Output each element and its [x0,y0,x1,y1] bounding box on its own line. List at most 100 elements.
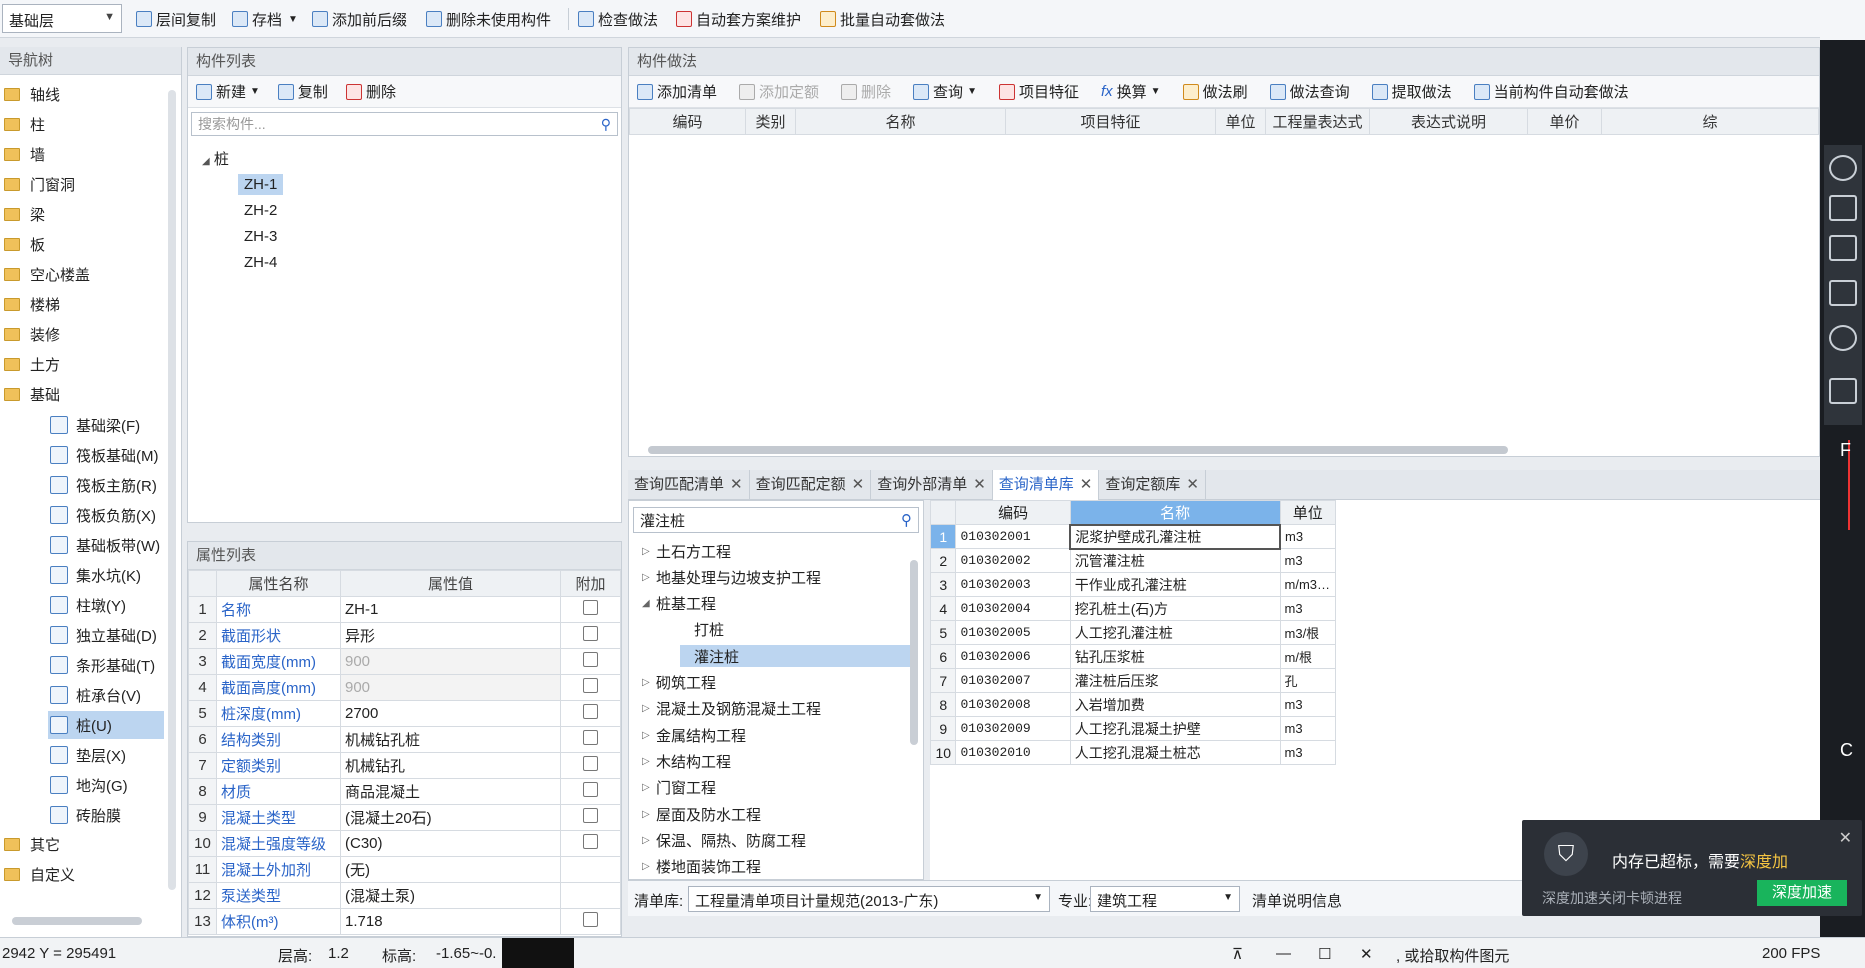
nav-item[interactable]: 轴线 [0,80,60,108]
copy-button[interactable]: 复制 [277,81,328,102]
table-row[interactable]: 9 010302009 人工挖孔混凝土护壁 m3 [929,716,1337,741]
rotate-icon[interactable] [1829,325,1857,351]
method-query-button[interactable]: 做法查询 [1269,81,1350,102]
property-row[interactable]: 7 定额类别 机械钻孔 [188,752,621,779]
nav-item[interactable]: 板 [0,230,45,258]
nav-item[interactable]: 楼梯 [0,290,60,318]
component-item[interactable]: ZH-1 [238,174,284,195]
component-item[interactable]: ZH-4 [238,252,283,273]
layer-icon[interactable] [1829,378,1857,404]
extra-checkbox[interactable] [583,834,598,849]
tab-external-bill[interactable]: 查询外部清单 ✕ [871,470,993,500]
bill-tree-node[interactable]: ▷ 地基处理与边坡支护工程 [642,566,821,588]
convert-button[interactable]: fx 换算 ▼ [1101,81,1161,102]
nav-sub-item[interactable]: 独立基础(D) [48,621,164,649]
bill-name[interactable]: 钻孔压浆桩 [1069,644,1281,669]
nav-item[interactable]: 基础 [0,380,60,408]
new-button[interactable]: 新建 ▼ [196,81,260,102]
close-icon[interactable]: ✕ [730,476,743,493]
extra-checkbox[interactable] [583,730,598,745]
nav-sub-item[interactable]: 桩(U) [48,711,164,739]
tab-bill-library[interactable]: 查询清单库 ✕ [992,470,1100,500]
table-row[interactable]: 8 010302008 入岩增加费 m3 [929,692,1337,717]
table-row[interactable]: 6 010302006 钻孔压浆桩 m/根 [929,644,1337,669]
bill-name[interactable]: 挖孔桩土(石)方 [1069,596,1281,621]
bill-name[interactable]: 沉管灌注桩 [1069,548,1281,573]
property-value[interactable]: ZH-1 [340,596,561,623]
table-row[interactable]: 1 010302001 泥浆护壁成孔灌注桩 m3 [929,523,1337,550]
bill-tree-node[interactable]: ◢ 桩基工程 [642,593,716,615]
table-row[interactable]: 10 010302010 人工挖孔混凝土桩芯 m3 [929,740,1337,765]
nav-item[interactable]: 墙 [0,140,45,168]
nav-item[interactable]: 土方 [0,350,60,378]
property-value[interactable]: 1.718 [340,908,561,935]
bill-tree-node[interactable]: 打桩 [680,619,724,641]
method-delete-button[interactable]: 删除 [841,81,891,102]
property-row[interactable]: 12 泵送类型 (混凝土泵) [188,882,621,909]
bill-name[interactable]: 人工挖孔灌注桩 [1069,620,1281,645]
delete-button[interactable]: 删除 [345,81,396,102]
method-hscrollbar[interactable] [648,446,1508,454]
nav-item[interactable]: 门窗洞 [0,170,75,198]
close-icon[interactable]: ✕ [973,476,986,493]
restore-icon[interactable]: ⊼ [1232,945,1243,963]
item-feature-button[interactable]: 项目特征 [998,81,1079,102]
auto-scheme-button[interactable]: 自动套方案维护 [676,7,801,31]
add-prefix-suffix-button[interactable]: 添加前后缀 [312,7,407,31]
tab-match-quota[interactable]: 查询匹配定额 ✕ [750,470,872,500]
extra-checkbox[interactable] [583,756,598,771]
nav-item[interactable]: 其它 [0,830,60,858]
property-row[interactable]: 6 结构类别 机械钻孔桩 [188,726,621,753]
maximize-icon[interactable]: ☐ [1318,945,1331,963]
bill-name[interactable]: 干作业成孔灌注桩 [1069,572,1281,597]
nav-sub-item[interactable]: 柱墩(Y) [48,591,164,619]
property-value[interactable]: (无) [340,856,561,883]
nav-sub-item[interactable]: 桩承台(V) [48,681,164,709]
bill-tree-node[interactable]: ▷ 保温、隔热、防腐工程 [642,829,806,851]
bill-tree-node[interactable]: ▷ 门窗工程 [642,777,716,799]
extra-checkbox[interactable] [583,678,598,693]
archive-button[interactable]: 存档 ▼ [232,7,298,31]
component-search-input[interactable]: 搜索构件... ⚲ [191,112,618,136]
nav-scrollbar[interactable] [168,90,176,890]
nav-sub-item[interactable]: 砖胎膜 [48,801,164,829]
extra-checkbox[interactable] [583,652,598,667]
property-row[interactable]: 10 混凝土强度等级 (C30) [188,830,621,857]
property-value[interactable]: (C30) [340,830,561,857]
nav-item[interactable]: 装修 [0,320,60,348]
check-method-button[interactable]: 检查做法 [578,7,658,31]
bill-tree-node[interactable]: 灌注桩 [680,645,910,668]
bill-tree-node[interactable]: ▷ 屋面及防水工程 [642,803,761,825]
bill-tree-node[interactable]: ▷ 楼地面装饰工程 [642,856,761,878]
nav-sub-item[interactable]: 筏板主筋(R) [48,471,164,499]
nav-item[interactable]: 梁 [0,200,45,228]
bill-info-link[interactable]: 清单说明信息 [1252,890,1342,911]
extra-checkbox[interactable] [583,782,598,797]
nav-sub-item[interactable]: 基础梁(F) [48,411,164,439]
nav-sub-item[interactable]: 地沟(G) [48,771,164,799]
property-value[interactable]: 2700 [340,700,561,727]
bill-name[interactable]: 灌注桩后压浆 [1069,668,1281,693]
extra-checkbox[interactable] [583,912,598,927]
bill-tree-node[interactable]: ▷ 砌筑工程 [642,672,716,694]
extra-checkbox[interactable] [583,600,598,615]
property-value[interactable]: 异形 [340,622,561,649]
close-icon[interactable]: ✕ [1839,828,1852,848]
property-row[interactable]: 11 混凝土外加剂 (无) [188,856,621,883]
property-value[interactable]: 900 [340,648,561,675]
extra-checkbox[interactable] [583,704,598,719]
nav-sub-item[interactable]: 筏板负筋(X) [48,501,164,529]
property-value[interactable]: (混凝土泵) [340,882,561,909]
major-select[interactable]: 建筑工程 ▼ [1090,886,1240,912]
property-row[interactable]: 9 混凝土类型 (混凝土20石) [188,804,621,831]
table-row[interactable]: 5 010302005 人工挖孔灌注桩 m3/根 [929,620,1337,645]
tab-quota-library[interactable]: 查询定额库 ✕ [1099,470,1206,500]
deep-accelerate-button[interactable]: 深度加速 [1757,880,1847,906]
property-row[interactable]: 4 截面高度(mm) 900 [188,674,621,701]
extra-checkbox[interactable] [583,626,598,641]
add-quota-button[interactable]: 添加定额 [739,81,819,102]
extract-method-button[interactable]: 提取做法 [1371,81,1452,102]
bill-library-select[interactable]: 工程量清单项目计量规范(2013-广东) ▼ [688,886,1050,912]
copy-between-floors-button[interactable]: 层间复制 [136,7,216,31]
batch-auto-button[interactable]: 批量自动套做法 [820,7,945,31]
